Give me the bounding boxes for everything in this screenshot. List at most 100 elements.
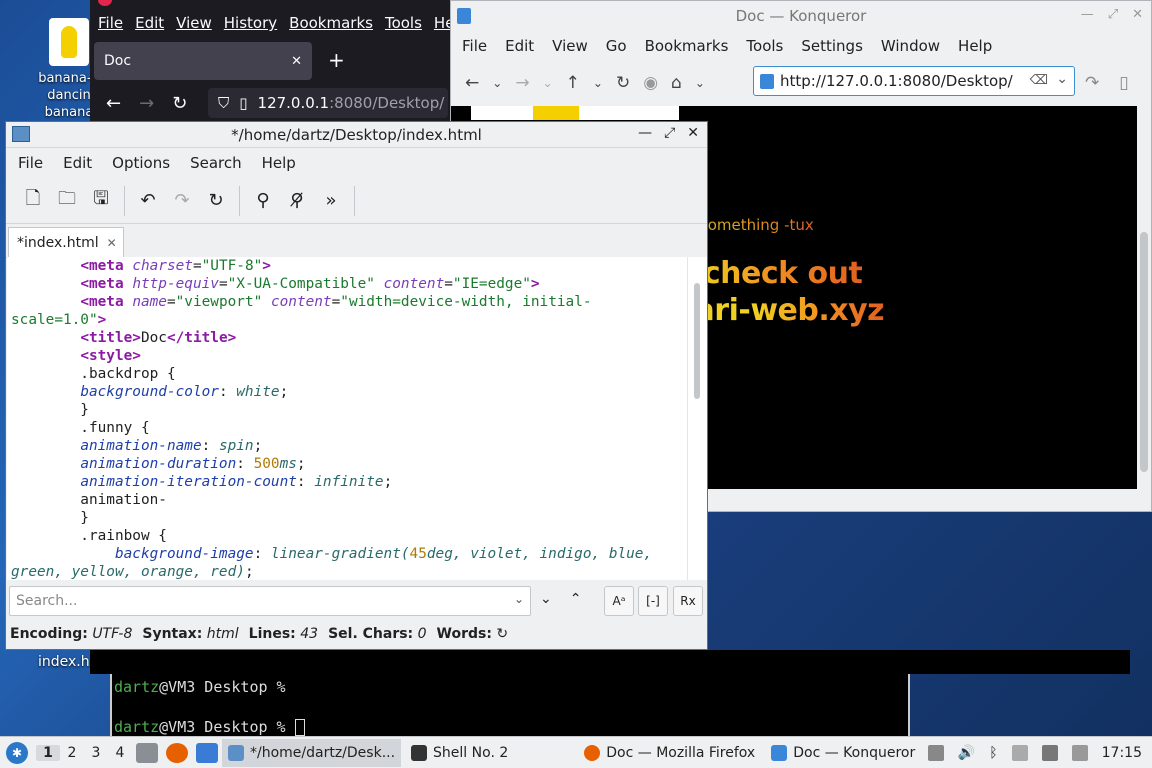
terminal-window[interactable]: dartz@VM3 Desktop % dartz@VM3 Desktop % bbox=[110, 674, 910, 736]
konq-maximize-icon[interactable]: ⤢ bbox=[1108, 7, 1118, 22]
editor-menu-options[interactable]: Options bbox=[102, 154, 180, 172]
konqueror-icon bbox=[771, 744, 788, 761]
reload-icon[interactable]: ↻ bbox=[199, 190, 233, 211]
konqueror-toolbar: ← ⌄ → ⌄ ↑ ⌄ ↻ ◉ ⌂ ⌄ http://127.0.0.1:808… bbox=[451, 61, 1151, 105]
more-chevron-icon[interactable]: » bbox=[314, 190, 348, 211]
konq-stop-icon[interactable]: ◉ bbox=[643, 73, 658, 93]
firefox-launcher-icon[interactable] bbox=[166, 742, 188, 763]
new-file-icon[interactable]: 🗋 bbox=[16, 186, 50, 216]
konq-home-icon[interactable]: ⌂ bbox=[671, 73, 682, 93]
konq-scrollbar[interactable] bbox=[1137, 106, 1151, 489]
ff-new-tab-icon[interactable]: + bbox=[328, 48, 345, 72]
terminal-prompt-2: @VM3 Desktop % bbox=[159, 718, 286, 736]
workspace-4[interactable]: 4 bbox=[108, 745, 132, 761]
editor-menu-help[interactable]: Help bbox=[252, 154, 306, 172]
search-next-icon[interactable]: ⌄ bbox=[540, 591, 552, 607]
search-dropdown-icon[interactable]: ⌄ bbox=[514, 592, 524, 606]
editor-tab-index[interactable]: *index.html ✕ bbox=[8, 227, 124, 258]
ff-url-bar[interactable]: ⛉ ▯ 127.0.0.1:8080/Desktop/ bbox=[208, 88, 448, 118]
konq-minimize-icon[interactable]: — bbox=[1081, 7, 1094, 22]
konq-url-dropdown-icon[interactable]: ⌄ bbox=[1056, 71, 1068, 87]
file-manager-launcher-icon[interactable] bbox=[136, 742, 158, 763]
konq-close-icon[interactable]: ✕ bbox=[1132, 7, 1143, 22]
ff-forward-icon[interactable]: → bbox=[139, 93, 154, 114]
bluetooth-icon[interactable]: ᛒ bbox=[989, 745, 997, 761]
konqueror-titlebar[interactable]: Doc — Konqueror — ⤢ ✕ bbox=[451, 1, 1151, 31]
task-editor[interactable]: */home/dartz/Desk... bbox=[222, 738, 402, 767]
status-sel-label: Sel. Chars: bbox=[328, 626, 414, 642]
open-folder-icon[interactable]: 🗀 bbox=[50, 186, 84, 216]
ff-tab-doc[interactable]: Doc ✕ bbox=[94, 42, 312, 80]
task-shell[interactable]: Shell No. 2 bbox=[405, 739, 514, 767]
task-konqueror[interactable]: Doc — Konqueror bbox=[765, 739, 921, 767]
konq-home-menu-icon[interactable]: ⌄ bbox=[695, 76, 705, 90]
ff-reload-icon[interactable]: ↻ bbox=[172, 93, 187, 114]
battery-icon[interactable] bbox=[1071, 745, 1088, 761]
search-prev-icon[interactable]: ⌃ bbox=[570, 591, 582, 607]
save-icon[interactable]: 🖫 bbox=[84, 186, 118, 216]
ff-back-icon[interactable]: ← bbox=[106, 93, 121, 114]
ff-menu-edit[interactable]: Edit bbox=[135, 14, 164, 32]
konq-reload-icon[interactable]: ↻ bbox=[616, 73, 630, 93]
workspace-2[interactable]: 2 bbox=[60, 745, 84, 761]
ff-menu-history[interactable]: History bbox=[224, 14, 277, 32]
search-replace-icon[interactable]: ⚲̸ bbox=[280, 190, 314, 211]
ff-menu-bookmarks[interactable]: Bookmarks bbox=[289, 14, 373, 32]
editor-tab-close-icon[interactable]: ✕ bbox=[107, 236, 117, 250]
konq-up-menu-icon[interactable]: ⌄ bbox=[593, 76, 603, 90]
ff-menu-tools[interactable]: Tools bbox=[385, 14, 422, 32]
konq-menu-go[interactable]: Go bbox=[597, 37, 636, 55]
network-icon[interactable] bbox=[1041, 745, 1058, 761]
show-desktop-icon[interactable] bbox=[196, 742, 218, 763]
task-firefox[interactable]: Doc — Mozilla Firefox bbox=[578, 739, 761, 767]
search-input[interactable]: Search... ⌄ bbox=[9, 586, 531, 616]
undo-icon[interactable]: ↶ bbox=[131, 190, 165, 211]
ff-tab-close-icon[interactable]: ✕ bbox=[291, 54, 302, 69]
ff-menu-view[interactable]: View bbox=[176, 14, 212, 32]
konq-up-icon[interactable]: ↑ bbox=[566, 73, 580, 93]
editor-titlebar[interactable]: */home/dartz/Desktop/index.html — ⤢ ✕ bbox=[6, 122, 707, 148]
konq-forward-icon[interactable]: → bbox=[515, 73, 529, 93]
clock[interactable]: 17:15 bbox=[1102, 745, 1142, 761]
code-scrollbar[interactable] bbox=[687, 257, 707, 580]
konq-go-icon[interactable]: ↷ bbox=[1085, 73, 1099, 93]
konq-back-icon[interactable]: ← bbox=[465, 73, 479, 93]
editor-close-icon[interactable]: ✕ bbox=[687, 125, 699, 141]
konqueror-title: Doc — Konqueror bbox=[735, 7, 867, 25]
konq-clear-url-icon[interactable]: ⌫ bbox=[1030, 73, 1048, 88]
desktop-icon-index-label[interactable]: index.h bbox=[38, 654, 90, 670]
konq-menu-bookmarks[interactable]: Bookmarks bbox=[636, 37, 738, 55]
konq-menu-settings[interactable]: Settings bbox=[792, 37, 872, 55]
redo-icon[interactable]: ↷ bbox=[165, 190, 199, 211]
editor-maximize-icon[interactable]: ⤢ bbox=[664, 125, 675, 141]
regex-button[interactable]: Rx bbox=[673, 586, 703, 616]
clipboard-icon[interactable] bbox=[1011, 745, 1028, 761]
search-icon[interactable]: ⚲ bbox=[246, 190, 280, 211]
konq-menu-tools[interactable]: Tools bbox=[737, 37, 792, 55]
konq-menu-file[interactable]: File bbox=[453, 37, 496, 55]
editor-menu-file[interactable]: File bbox=[8, 154, 53, 172]
updates-icon[interactable] bbox=[927, 745, 944, 761]
editor-minimize-icon[interactable]: — bbox=[638, 125, 652, 141]
status-words-refresh-icon[interactable]: ↻ bbox=[496, 626, 508, 642]
konq-menu-window[interactable]: Window bbox=[872, 37, 949, 55]
editor-menu-edit[interactable]: Edit bbox=[53, 154, 102, 172]
workspace-1[interactable]: 1 bbox=[36, 744, 60, 761]
workspace-3[interactable]: 3 bbox=[84, 745, 108, 761]
konq-back-menu-icon[interactable]: ⌄ bbox=[492, 76, 502, 90]
editor-app-icon bbox=[12, 126, 30, 142]
match-case-button[interactable]: Aᵃ bbox=[604, 586, 634, 616]
whole-word-button[interactable]: [-] bbox=[638, 586, 668, 616]
start-menu-icon[interactable]: ✱ bbox=[6, 741, 28, 764]
konq-menu-help[interactable]: Help bbox=[949, 37, 1001, 55]
konq-menu-view[interactable]: View bbox=[543, 37, 597, 55]
editor-menu-search[interactable]: Search bbox=[180, 154, 252, 172]
konq-forward-menu-icon[interactable]: ⌄ bbox=[543, 76, 553, 90]
volume-icon[interactable]: 🔊 bbox=[958, 745, 975, 761]
konq-url-text: http://127.0.0.1:8080/Desktop/ bbox=[780, 72, 1013, 90]
konq-file-icon[interactable]: ▯ bbox=[1119, 73, 1128, 93]
konq-url-bar[interactable]: http://127.0.0.1:8080/Desktop/ ⌫ ⌄ bbox=[753, 66, 1075, 96]
code-editor[interactable]: <meta charset="UTF-8"> <meta http-equiv=… bbox=[7, 257, 687, 580]
konq-menu-edit[interactable]: Edit bbox=[496, 37, 543, 55]
ff-menu-file[interactable]: File bbox=[98, 14, 123, 32]
